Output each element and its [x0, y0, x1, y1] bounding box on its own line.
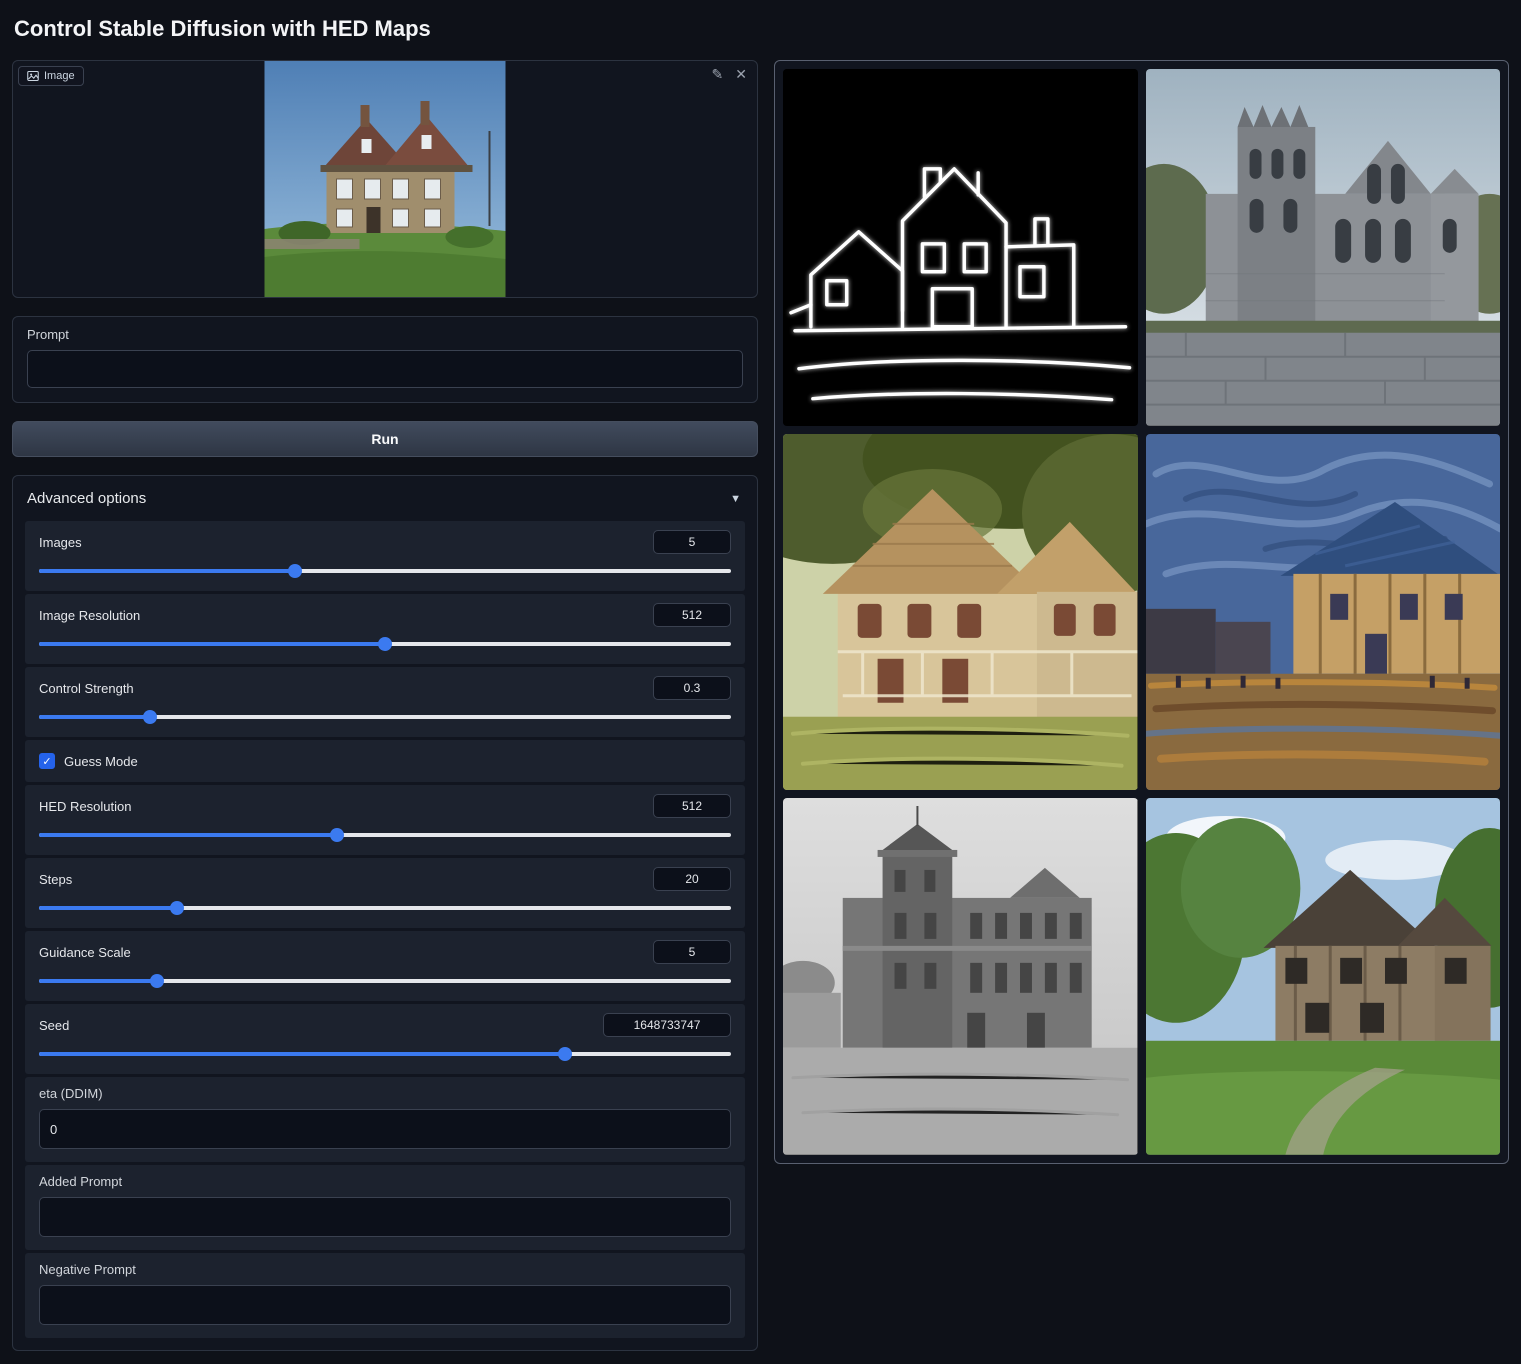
check-icon: ✓ — [42, 755, 51, 768]
added-prompt-input[interactable] — [39, 1197, 731, 1237]
guidance-scale-value-input[interactable]: 5 — [653, 940, 731, 964]
prompt-input[interactable] — [27, 350, 743, 388]
image-label: Image — [44, 70, 75, 82]
gallery-item-painted-house[interactable] — [783, 434, 1138, 791]
run-button[interactable]: Run — [12, 421, 758, 457]
steps-value-input[interactable]: 20 — [653, 867, 731, 891]
stone-castle-graphic — [1146, 69, 1501, 426]
image-label-badge: Image — [18, 66, 84, 86]
negative-prompt-input[interactable] — [39, 1285, 731, 1325]
uploaded-image[interactable] — [265, 61, 506, 298]
gallery-item-painterly-house[interactable] — [1146, 434, 1501, 791]
advanced-options-label: Advanced options — [27, 490, 146, 507]
eta-label: eta (DDIM) — [39, 1086, 731, 1101]
guidance-scale-slider[interactable] — [39, 974, 731, 988]
steps-slider-row: Steps 20 — [25, 858, 745, 928]
steps-slider[interactable] — [39, 901, 731, 915]
steps-slider-label: Steps — [39, 872, 72, 887]
edit-image-button[interactable]: ✎ — [712, 67, 724, 81]
images-slider-row: Images 5 — [25, 521, 745, 591]
house-photo-graphic — [265, 61, 506, 298]
image-icon — [27, 70, 39, 82]
images-slider-label: Images — [39, 535, 82, 550]
negative-prompt-row: Negative Prompt — [25, 1253, 745, 1338]
guess-mode-label: Guess Mode — [64, 754, 138, 769]
output-column — [774, 60, 1509, 1164]
advanced-options-panel: Advanced options ▼ Images 5 — [12, 475, 758, 1351]
images-slider[interactable] — [39, 564, 731, 578]
hed-resolution-slider-label: HED Resolution — [39, 799, 132, 814]
gallery-item-hed-edge-map[interactable] — [783, 69, 1138, 426]
seed-slider-row: Seed 1648733747 — [25, 1004, 745, 1074]
painterly-house-graphic — [1146, 434, 1501, 791]
app: Control Stable Diffusion with HED Maps I… — [0, 0, 1521, 1361]
painted-house-graphic — [783, 434, 1138, 791]
prompt-panel: Prompt — [12, 316, 758, 403]
added-prompt-label: Added Prompt — [39, 1174, 731, 1189]
image-resolution-slider-handle[interactable] — [378, 637, 392, 651]
hed-edge-map-graphic — [783, 69, 1138, 426]
control-strength-slider-label: Control Strength — [39, 681, 134, 696]
control-strength-slider[interactable] — [39, 710, 731, 724]
image-resolution-value-input[interactable]: 512 — [653, 603, 731, 627]
seed-slider[interactable] — [39, 1047, 731, 1061]
steps-slider-handle[interactable] — [170, 901, 184, 915]
page-title: Control Stable Diffusion with HED Maps — [14, 16, 1509, 42]
seed-slider-handle[interactable] — [558, 1047, 572, 1061]
gallery-item-stone-castle[interactable] — [1146, 69, 1501, 426]
main-columns: Image ✎ ✕ — [12, 60, 1509, 1351]
eta-row: eta (DDIM) 0 — [25, 1077, 745, 1162]
controls-column: Image ✎ ✕ — [12, 60, 758, 1351]
image-resolution-slider-row: Image Resolution 512 — [25, 594, 745, 664]
advanced-options-body: Images 5 Image Resolution 512 — [25, 521, 745, 1338]
eta-input[interactable]: 0 — [39, 1109, 731, 1149]
hed-resolution-slider-row: HED Resolution 512 — [25, 785, 745, 855]
seed-slider-label: Seed — [39, 1018, 69, 1033]
output-gallery — [774, 60, 1509, 1164]
guidance-scale-slider-label: Guidance Scale — [39, 945, 131, 960]
seed-value-input[interactable]: 1648733747 — [603, 1013, 731, 1037]
input-image-panel: Image ✎ ✕ — [12, 60, 758, 298]
images-value-input[interactable]: 5 — [653, 530, 731, 554]
guidance-scale-slider-handle[interactable] — [150, 974, 164, 988]
clear-image-button[interactable]: ✕ — [735, 67, 747, 81]
added-prompt-row: Added Prompt — [25, 1165, 745, 1250]
image-toolbar: ✎ ✕ — [712, 67, 747, 81]
eta-value: 0 — [50, 1122, 57, 1137]
chevron-down-icon: ▼ — [730, 493, 741, 505]
grayscale-building-graphic — [783, 798, 1138, 1155]
house-lawn-graphic — [1146, 798, 1501, 1155]
gallery-item-house-lawn[interactable] — [1146, 798, 1501, 1155]
guess-mode-row: ✓ Guess Mode — [25, 740, 745, 782]
negative-prompt-label: Negative Prompt — [39, 1262, 731, 1277]
guess-mode-checkbox[interactable]: ✓ — [39, 753, 55, 769]
advanced-options-toggle[interactable]: Advanced options ▼ — [25, 488, 745, 521]
guidance-scale-slider-row: Guidance Scale 5 — [25, 931, 745, 1001]
control-strength-slider-handle[interactable] — [143, 710, 157, 724]
images-slider-handle[interactable] — [288, 564, 302, 578]
hed-resolution-value-input[interactable]: 512 — [653, 794, 731, 818]
control-strength-value-input[interactable]: 0.3 — [653, 676, 731, 700]
gallery-item-grayscale-building[interactable] — [783, 798, 1138, 1155]
hed-resolution-slider[interactable] — [39, 828, 731, 842]
image-resolution-slider-label: Image Resolution — [39, 608, 140, 623]
image-resolution-slider[interactable] — [39, 637, 731, 651]
prompt-label: Prompt — [27, 327, 743, 342]
control-strength-slider-row: Control Strength 0.3 — [25, 667, 745, 737]
hed-resolution-slider-handle[interactable] — [330, 828, 344, 842]
